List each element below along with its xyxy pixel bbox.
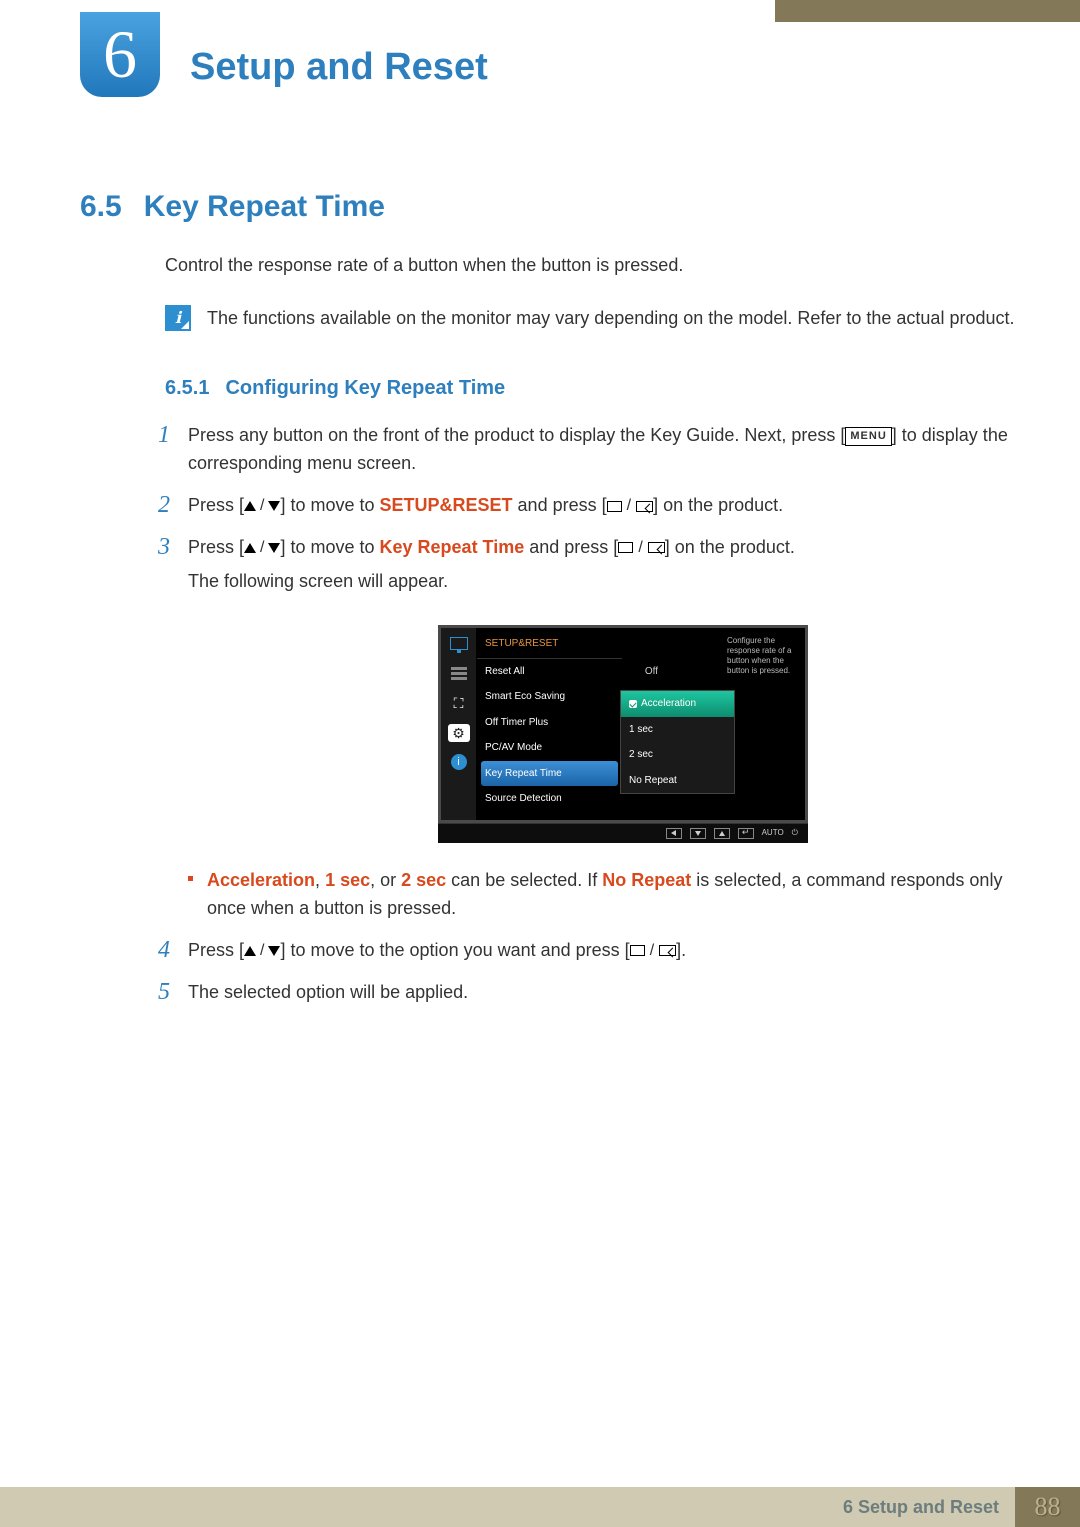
text: and press [ [513, 495, 607, 515]
subsection-number: 6.5.1 [165, 377, 209, 400]
osd-footer-enter-icon: ↵ [738, 828, 754, 839]
text: Press [ [188, 940, 244, 960]
check-icon [629, 700, 637, 708]
step-text: The selected option will be applied. [188, 979, 1020, 1007]
osd-description: Configure the response rate of a button … [727, 636, 799, 676]
text: Press [ [188, 537, 244, 557]
text: The following screen will appear. [188, 571, 448, 591]
confirm-enter-icon: / [630, 939, 676, 964]
text: Press [ [188, 495, 244, 515]
osd-item-eco: Smart Eco Saving [477, 684, 622, 710]
osd-footer-down-icon [690, 828, 706, 839]
subsection-heading: 6.5.1 Configuring Key Repeat Time [165, 377, 1020, 400]
chapter-title: Setup and Reset [190, 46, 488, 89]
text: and press [ [524, 537, 618, 557]
monitor-icon [448, 634, 470, 652]
step-number: 4 [150, 937, 170, 963]
step-text: Press [/] to move to SETUP&RESET and pre… [188, 492, 1020, 520]
osd-menu-title: SETUP&RESET [477, 632, 622, 659]
text: ] to move to [280, 537, 379, 557]
osd-screenshot: ⛶ ⚙ i SETUP&RESET Reset All Smart Eco Sa… [438, 625, 808, 843]
bullet-note: Acceleration, 1 sec, or 2 sec can be sel… [188, 867, 1020, 923]
bullet-icon [188, 876, 193, 881]
chapter-number-badge: 6 [80, 12, 160, 97]
note-icon: ℹ [165, 305, 191, 331]
osd-footer-auto: AUTO [762, 827, 784, 839]
osd-footer-up-icon [714, 828, 730, 839]
up-down-icon: / [244, 939, 280, 964]
section-title: Key Repeat Time [144, 190, 385, 224]
footer-page-number: 88 [1015, 1487, 1080, 1527]
text: ]. [676, 940, 686, 960]
chapter-header: 6 Setup and Reset [80, 22, 1080, 112]
step-2: 2 Press [/] to move to SETUP&RESET and p… [150, 492, 1020, 520]
step-4: 4 Press [/] to move to the option you wa… [150, 937, 1020, 965]
step-number: 5 [150, 979, 170, 1005]
step-text: Press [/] to move to Key Repeat Time and… [188, 534, 1020, 923]
osd-submenu-norepeat: No Repeat [621, 768, 734, 794]
section-intro: Control the response rate of a button wh… [165, 252, 1020, 279]
step-5: 5 The selected option will be applied. [150, 979, 1020, 1007]
confirm-enter-icon: / [607, 494, 653, 519]
section-heading: 6.5 Key Repeat Time [80, 190, 1020, 224]
step-text: Press any button on the front of the pro… [188, 422, 1020, 478]
step-1: 1 Press any button on the front of the p… [150, 422, 1020, 478]
info-icon: i [451, 754, 467, 770]
list-icon [448, 664, 470, 682]
page-content: 6.5 Key Repeat Time Control the response… [80, 190, 1020, 1021]
osd-main-list: SETUP&RESET Reset All Smart Eco Saving O… [477, 628, 622, 820]
step-number: 2 [150, 492, 170, 518]
osd-submenu: Acceleration 1 sec 2 sec No Repeat [620, 690, 735, 794]
osd-item-source: Source Detection [477, 786, 622, 812]
osd-submenu-accel: Acceleration [621, 691, 734, 717]
osd-submenu-2sec: 2 sec [621, 742, 734, 768]
confirm-enter-icon: / [618, 536, 664, 561]
highlight: No Repeat [602, 870, 691, 890]
osd-footer-left-icon [666, 828, 682, 839]
osd-footer-power-icon: ⏻ [792, 827, 798, 839]
osd-footer: ↵ AUTO ⏻ [438, 823, 808, 843]
gear-icon: ⚙ [448, 724, 470, 742]
resize-icon: ⛶ [448, 694, 470, 712]
step-text: Press [/] to move to the option you want… [188, 937, 1020, 965]
text: ] on the product. [665, 537, 795, 557]
up-down-icon: / [244, 494, 280, 519]
highlight: Key Repeat Time [380, 537, 525, 557]
highlight: Acceleration [207, 870, 315, 890]
section-number: 6.5 [80, 190, 122, 224]
header-tab [775, 0, 1080, 22]
text: ] to move to [280, 495, 379, 515]
note-text: The functions available on the monitor m… [207, 305, 1014, 332]
osd-menu: ⛶ ⚙ i SETUP&RESET Reset All Smart Eco Sa… [438, 625, 808, 823]
osd-right-panel: Configure the response rate of a button … [622, 628, 805, 820]
text: ] to move to the option you want and pre… [280, 940, 629, 960]
osd-sidebar: ⛶ ⚙ i [441, 628, 477, 820]
footer-chapter-ref: 6 Setup and Reset [843, 1487, 1015, 1527]
highlight: 1 sec [325, 870, 370, 890]
steps-list: 1 Press any button on the front of the p… [150, 422, 1020, 1007]
osd-item-timer: Off Timer Plus [477, 710, 622, 736]
text: , [315, 870, 325, 890]
subsection-title: Configuring Key Repeat Time [225, 377, 505, 400]
highlight: 2 sec [401, 870, 446, 890]
note-row: ℹ The functions available on the monitor… [165, 305, 1020, 332]
osd-item-reset: Reset All [477, 659, 622, 685]
text: ] on the product. [653, 495, 783, 515]
step-3: 3 Press [/] to move to Key Repeat Time a… [150, 534, 1020, 923]
text: Press any button on the front of the pro… [188, 425, 845, 445]
text: , or [370, 870, 401, 890]
up-down-icon: / [244, 536, 280, 561]
step-number: 3 [150, 534, 170, 560]
highlight: SETUP&RESET [380, 495, 513, 515]
osd-submenu-1sec: 1 sec [621, 717, 734, 743]
text: can be selected. If [446, 870, 602, 890]
osd-item-pcav: PC/AV Mode [477, 735, 622, 761]
menu-button-icon: MENU [845, 427, 891, 446]
page-footer: 6 Setup and Reset 88 [0, 1487, 1080, 1527]
osd-item-key-repeat: Key Repeat Time [481, 761, 618, 787]
step-number: 1 [150, 422, 170, 448]
